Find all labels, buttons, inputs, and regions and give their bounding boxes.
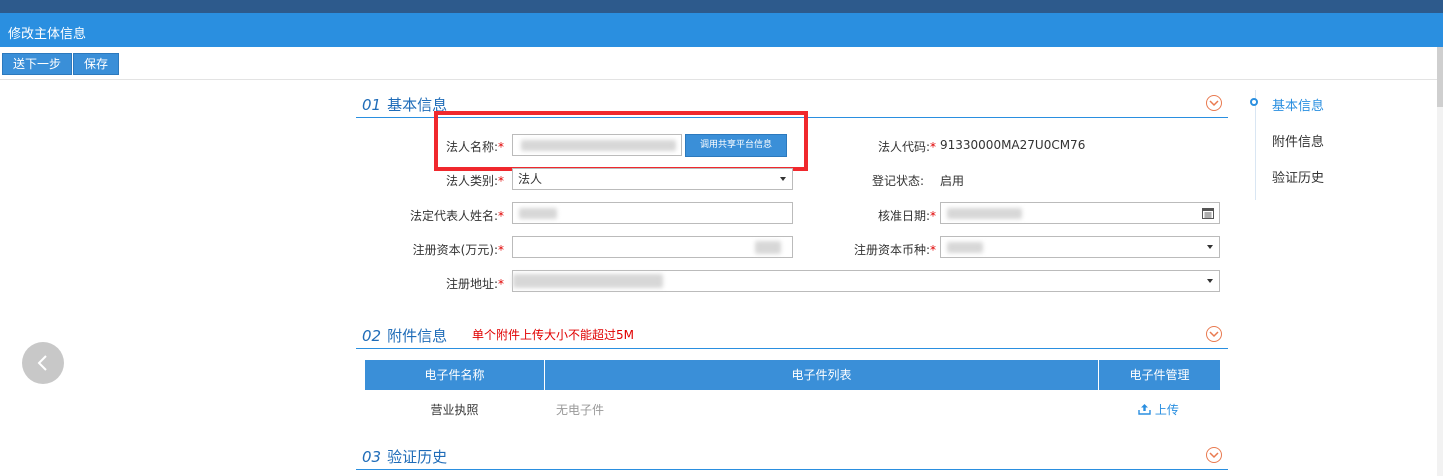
highlight-box	[434, 111, 808, 171]
reg-capital-input[interactable]	[512, 236, 793, 258]
redacted-value	[755, 241, 781, 254]
collapse-basic-icon[interactable]	[1206, 95, 1222, 111]
top-strip	[0, 0, 1443, 13]
rail-item-attach[interactable]: 附件信息	[1272, 131, 1324, 150]
attachment-name: 营业执照	[430, 403, 479, 417]
save-button[interactable]: 保存	[73, 53, 119, 75]
currency-label: 注册资本币种:*	[853, 243, 936, 257]
currency-select[interactable]	[940, 236, 1220, 258]
legal-code-label: 法人代码:*	[877, 140, 936, 154]
scrollbar[interactable]	[1437, 47, 1443, 476]
redacted-value	[947, 208, 1022, 219]
col-header-manage: 电子件管理	[1099, 360, 1220, 390]
address-label: 注册地址:*	[445, 277, 504, 291]
calendar-icon[interactable]	[1202, 207, 1214, 219]
collapse-history-icon[interactable]	[1206, 447, 1222, 463]
rail-active-dot	[1250, 98, 1258, 106]
next-step-button[interactable]: 送下一步	[2, 53, 72, 75]
col-header-files: 电子件列表	[545, 360, 1098, 390]
rep-name-label: 法定代表人姓名:*	[409, 209, 504, 223]
rail-item-history[interactable]: 验证历史	[1272, 167, 1324, 186]
section-attach-title: 02 附件信息	[362, 327, 448, 345]
approve-date-label: 核准日期:*	[877, 209, 936, 223]
section-history-title: 03 验证历史	[362, 448, 448, 466]
toolbar: 送下一步 保存	[0, 47, 1443, 80]
redacted-value	[513, 274, 663, 288]
upload-link[interactable]: 上传	[1138, 401, 1179, 418]
back-button[interactable]	[22, 342, 64, 384]
reg-status-value: 启用	[940, 174, 965, 188]
legal-type-label: 法人类别:*	[445, 174, 504, 188]
upload-icon	[1138, 404, 1151, 415]
upload-size-note: 单个附件上传大小不能超过5M	[472, 328, 634, 342]
redacted-value	[947, 242, 983, 253]
rep-name-input[interactable]	[512, 202, 793, 224]
rail-item-basic[interactable]: 基本信息	[1272, 95, 1324, 114]
reg-status-label: 登记状态:	[871, 174, 924, 188]
page-title: 修改主体信息	[8, 27, 87, 42]
legal-code-value: 91330000MA27U0CM76	[940, 138, 1086, 152]
col-header-name: 电子件名称	[365, 360, 544, 390]
legal-type-value: 法人	[518, 172, 543, 186]
section-history-divider	[356, 469, 1228, 470]
section-attach-divider	[356, 348, 1228, 349]
address-select[interactable]	[512, 270, 1220, 292]
redacted-value	[519, 208, 557, 219]
scrollbar-thumb[interactable]	[1437, 47, 1443, 107]
approve-date-input[interactable]	[940, 202, 1220, 224]
legal-type-select[interactable]: 法人	[512, 168, 793, 190]
chevron-left-icon	[37, 355, 47, 371]
title-bar: 修改主体信息	[0, 13, 1443, 47]
reg-capital-label: 注册资本(万元):*	[412, 243, 504, 257]
rail-line	[1255, 90, 1256, 200]
collapse-attach-icon[interactable]	[1206, 326, 1222, 342]
attachment-files: 无电子件	[556, 403, 605, 417]
